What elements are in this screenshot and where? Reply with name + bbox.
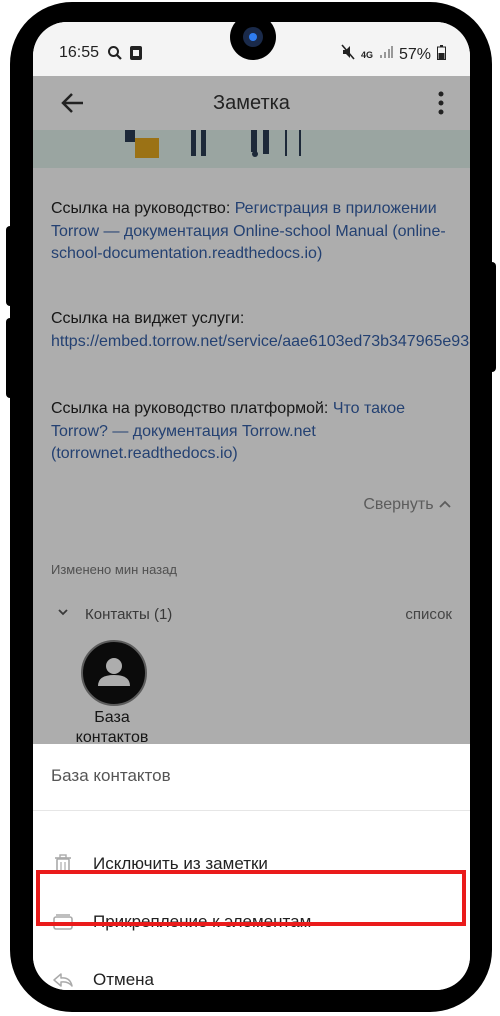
mute-icon bbox=[341, 44, 355, 65]
signal-icon bbox=[379, 45, 393, 64]
cancel-item[interactable]: Отмена bbox=[33, 954, 470, 990]
bottom-sheet: База контактов Исключить из заметки Прик… bbox=[33, 744, 470, 990]
status-bar: 16:55 4G 57% bbox=[33, 22, 470, 76]
divider bbox=[33, 810, 470, 811]
battery-icon bbox=[437, 44, 446, 65]
sheet-title: База контактов bbox=[51, 766, 171, 785]
status-icons: 4G 57% bbox=[341, 44, 446, 65]
screen: 16:55 4G 57% Заметка Ссылка на руководст… bbox=[33, 22, 470, 990]
status-time: 16:55 bbox=[59, 44, 100, 61]
highlight-box bbox=[36, 870, 466, 926]
search-icon bbox=[107, 45, 123, 66]
undo-icon bbox=[51, 968, 75, 990]
sheet-item-label: Отмена bbox=[93, 970, 154, 989]
sd-card-icon bbox=[129, 45, 143, 66]
volume-button bbox=[6, 226, 14, 306]
volume-button bbox=[6, 318, 14, 398]
network-type: 4G bbox=[360, 49, 373, 60]
battery-level: 57% bbox=[398, 45, 431, 63]
power-button bbox=[488, 262, 496, 372]
dim-overlay[interactable] bbox=[33, 76, 470, 750]
front-camera bbox=[230, 22, 276, 60]
